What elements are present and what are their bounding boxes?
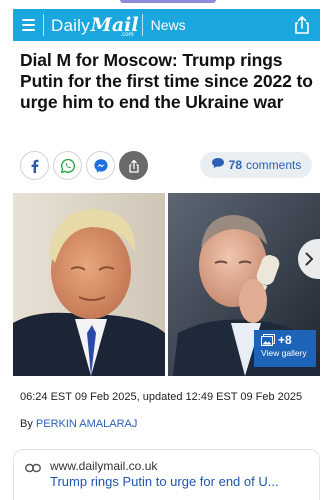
- comment-bubble-icon: [211, 156, 225, 174]
- byline-prefix: By: [20, 418, 33, 430]
- masthead-divider-2: [141, 14, 143, 36]
- section-label[interactable]: News: [151, 17, 186, 33]
- status-strip: [0, 0, 333, 6]
- article-image-gallery[interactable]: +8 View gallery: [13, 193, 320, 376]
- byline: By PERKIN AMALARAJ: [20, 418, 137, 430]
- view-gallery-label: View gallery: [261, 348, 307, 358]
- facebook-icon[interactable]: [20, 151, 49, 180]
- link-icon: [25, 460, 41, 478]
- whatsapp-icon[interactable]: [53, 151, 82, 180]
- menu-icon[interactable]: [13, 9, 43, 41]
- link-preview-card[interactable]: www.dailymail.co.uk Trump rings Putin to…: [13, 449, 320, 500]
- gallery-icon: [261, 334, 275, 346]
- comments-label: comments: [246, 158, 302, 172]
- daily-mail-logo[interactable]: Daily Mail .com: [51, 14, 139, 38]
- link-url: www.dailymail.co.uk: [50, 459, 158, 473]
- link-title: Trump rings Putin to urge for end of U..…: [50, 474, 279, 489]
- masthead: Daily Mail .com News: [13, 9, 320, 41]
- publish-timestamp: 06:24 EST 09 Feb 2025, updated 12:49 EST…: [20, 391, 303, 403]
- gallery-count: +8: [278, 333, 292, 347]
- share-icon[interactable]: [292, 15, 312, 35]
- share-icon[interactable]: [119, 151, 148, 180]
- top-indicator: [120, 0, 216, 3]
- comments-count: 78: [228, 158, 242, 172]
- messenger-icon[interactable]: [86, 151, 115, 180]
- social-share-bar: [20, 151, 148, 180]
- masthead-divider: [43, 14, 44, 36]
- comments-button[interactable]: 78 comments: [200, 152, 312, 178]
- author-link[interactable]: PERKIN AMALARAJ: [36, 418, 137, 430]
- chevron-right-icon: [305, 252, 313, 266]
- view-gallery-button[interactable]: +8 View gallery: [254, 330, 316, 367]
- article-headline: Dial M for Moscow: Trump rings Putin for…: [20, 50, 313, 112]
